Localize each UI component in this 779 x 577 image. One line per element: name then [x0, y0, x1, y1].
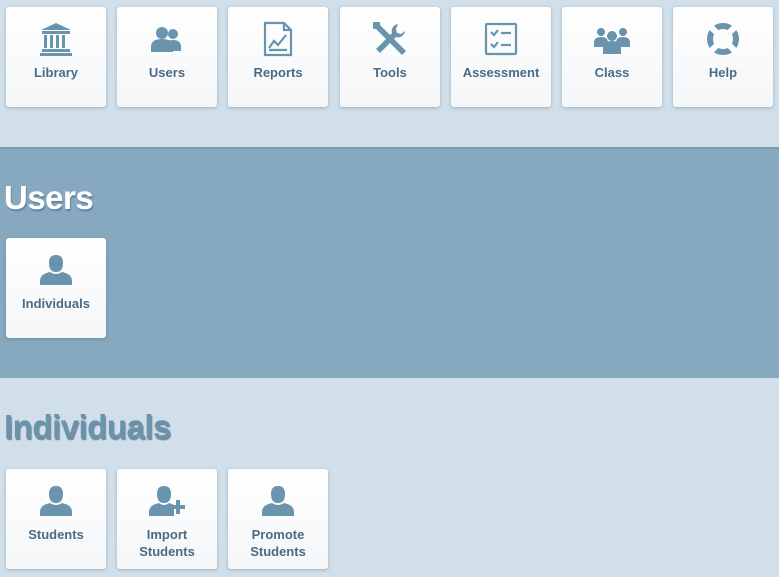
- tile-students[interactable]: Students: [6, 469, 106, 569]
- nav-tile-reports[interactable]: Reports: [228, 7, 328, 107]
- users-section-title: Users: [4, 179, 94, 216]
- nav-label-library: Library: [33, 65, 79, 80]
- nav-label-reports: Reports: [253, 65, 303, 80]
- tools-icon: [372, 21, 408, 57]
- nav-tile-help[interactable]: Help: [673, 7, 773, 107]
- person-icon: [38, 252, 74, 288]
- nav-label-class: Class: [594, 65, 630, 80]
- person-icon: [260, 483, 296, 519]
- nav-label-assessment: Assessment: [462, 65, 540, 80]
- help-icon: [705, 21, 741, 57]
- nav-tile-tools[interactable]: Tools: [340, 7, 440, 107]
- nav-tile-users[interactable]: Users: [117, 7, 217, 107]
- tile-label-students: Students: [28, 527, 84, 542]
- nav-tile-class[interactable]: Class: [562, 7, 662, 107]
- individuals-section: Individuals Students Import Students Pro…: [0, 378, 779, 577]
- nav-tile-library[interactable]: Library: [6, 7, 106, 107]
- tile-label-import-students: Import Students: [139, 527, 195, 559]
- person-icon: [38, 483, 74, 519]
- nav-tile-assessment[interactable]: Assessment: [451, 7, 551, 107]
- reports-icon: [260, 21, 296, 57]
- library-icon: [38, 21, 74, 57]
- nav-label-help: Help: [708, 65, 738, 80]
- nav-label-tools: Tools: [373, 65, 407, 80]
- tile-promote-students[interactable]: Promote Students: [228, 469, 328, 569]
- tile-individuals[interactable]: Individuals: [6, 238, 106, 338]
- tile-label-individuals: Individuals: [22, 296, 90, 311]
- individuals-section-title: Individuals: [4, 408, 171, 445]
- tile-label-promote-students: Promote Students: [250, 527, 306, 559]
- top-navigation-bar: Library Users Reports Tools Assessment C…: [0, 0, 779, 147]
- users-section: Users Individuals: [0, 147, 779, 378]
- assessment-icon: [483, 21, 519, 57]
- class-icon: [594, 21, 630, 57]
- tile-import-students[interactable]: Import Students: [117, 469, 217, 569]
- person-add-icon: [149, 483, 185, 519]
- nav-label-users: Users: [148, 65, 186, 80]
- users-icon: [149, 21, 185, 57]
